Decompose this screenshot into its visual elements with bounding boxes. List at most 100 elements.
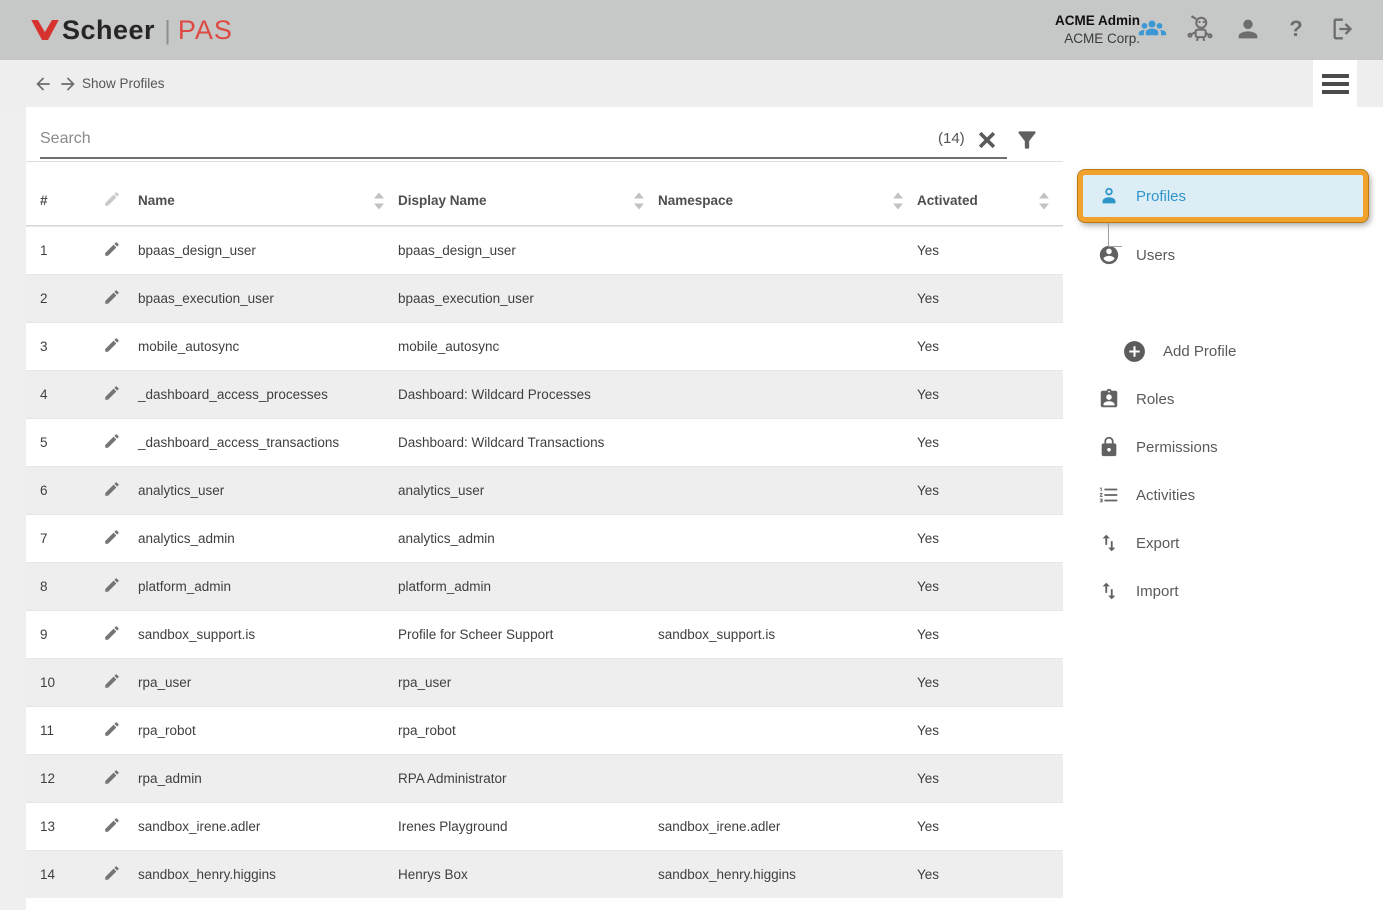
sidebar-item-label: Import [1136, 583, 1179, 600]
cell-activated: Yes [917, 771, 1063, 786]
table-row[interactable]: 5 _dashboard_access_transactions Dashboa… [26, 418, 1063, 466]
edit-icon[interactable] [103, 432, 121, 450]
sidebar-item-label: Activities [1136, 487, 1195, 504]
cell-activated: Yes [917, 579, 1063, 594]
edit-icon[interactable] [103, 336, 121, 354]
filter-icon[interactable] [1014, 127, 1040, 153]
help-icon[interactable]: ? [1281, 14, 1311, 44]
forward-arrow-icon[interactable] [58, 74, 78, 94]
edit-icon[interactable] [103, 576, 121, 594]
edit-icon [103, 190, 121, 208]
divider [26, 161, 1063, 162]
cell-name: sandbox_irene.adler [138, 819, 398, 834]
table-row[interactable]: 14 sandbox_henry.higgins Henrys Box sand… [26, 850, 1063, 898]
table-header-row: # Name Display Name Namespace Activated [26, 176, 1063, 226]
edit-icon[interactable] [103, 864, 121, 882]
logo-product-text: PAS [178, 15, 233, 46]
clear-search-icon[interactable] [975, 128, 999, 152]
sidebar-item-permissions[interactable]: Permissions [1063, 423, 1383, 471]
cell-activated: Yes [917, 435, 1063, 450]
row-number: 13 [40, 819, 103, 834]
cell-display-name: Dashboard: Wildcard Processes [398, 387, 658, 402]
col-header-name[interactable]: Name [138, 193, 398, 208]
edit-icon[interactable] [103, 624, 121, 642]
col-header-activated[interactable]: Activated [917, 193, 1063, 208]
sidebar-item-label: Profiles [1136, 188, 1186, 205]
sidebar-item-users[interactable]: Users [1063, 231, 1383, 279]
sidebar-item-add-profile[interactable]: Add Profile [1063, 327, 1383, 375]
cell-activated: Yes [917, 387, 1063, 402]
admin-sidebar: Users Profiles Add Profile Roles Permiss… [1063, 107, 1383, 910]
table-row[interactable]: 12 rpa_admin RPA Administrator Yes [26, 754, 1063, 802]
col-header-display-name[interactable]: Display Name [398, 193, 658, 208]
edit-icon[interactable] [103, 288, 121, 306]
edit-icon[interactable] [103, 816, 121, 834]
account-circle-icon [1098, 244, 1120, 266]
scheer-logo-icon [30, 15, 60, 45]
table-row[interactable]: 8 platform_admin platform_admin Yes [26, 562, 1063, 610]
import-export-icon [1098, 580, 1120, 602]
user-icon[interactable] [1233, 14, 1263, 44]
edit-icon[interactable] [103, 720, 121, 738]
edit-icon[interactable] [103, 768, 121, 786]
cell-display-name: RPA Administrator [398, 771, 658, 786]
back-arrow-icon[interactable] [33, 74, 53, 94]
table-row[interactable]: 3 mobile_autosync mobile_autosync Yes [26, 322, 1063, 370]
row-number: 11 [40, 723, 103, 738]
cell-display-name: analytics_user [398, 483, 658, 498]
logout-icon[interactable] [1329, 14, 1359, 44]
sidebar-item-profiles[interactable]: Profiles [1078, 170, 1368, 222]
table-body: 1 bpaas_design_user bpaas_design_user Ye… [26, 226, 1063, 898]
edit-icon[interactable] [103, 480, 121, 498]
row-number: 3 [40, 339, 103, 354]
add-circle-icon [1122, 339, 1147, 364]
col-header-edit [103, 190, 138, 211]
cell-display-name: rpa_robot [398, 723, 658, 738]
row-number: 9 [40, 627, 103, 642]
search-input[interactable] [40, 121, 1007, 159]
table-row[interactable]: 1 bpaas_design_user bpaas_design_user Ye… [26, 226, 1063, 274]
import-export-icon [1098, 532, 1120, 554]
edit-icon[interactable] [103, 672, 121, 690]
table-row[interactable]: 13 sandbox_irene.adler Irenes Playground… [26, 802, 1063, 850]
col-header-namespace[interactable]: Namespace [658, 193, 917, 208]
cell-name: _dashboard_access_processes [138, 387, 398, 402]
cell-activated: Yes [917, 483, 1063, 498]
edit-icon[interactable] [103, 240, 121, 258]
user-groups-icon[interactable] [1137, 14, 1167, 44]
hamburger-icon [1322, 70, 1349, 98]
row-number: 5 [40, 435, 103, 450]
person-icon [1098, 185, 1120, 207]
table-row[interactable]: 7 analytics_admin analytics_admin Yes [26, 514, 1063, 562]
sort-icon[interactable] [374, 192, 384, 209]
cell-activated: Yes [917, 675, 1063, 690]
table-row[interactable]: 6 analytics_user analytics_user Yes [26, 466, 1063, 514]
table-row[interactable]: 11 rpa_robot rpa_robot Yes [26, 706, 1063, 754]
table-row[interactable]: 10 rpa_user rpa_user Yes [26, 658, 1063, 706]
cell-namespace: sandbox_support.is [658, 627, 917, 642]
cell-display-name: mobile_autosync [398, 339, 658, 354]
sidebar-item-import[interactable]: Import [1063, 567, 1383, 615]
sort-icon[interactable] [634, 192, 644, 209]
cell-activated: Yes [917, 291, 1063, 306]
sidebar-item-label: Users [1136, 247, 1175, 264]
table-row[interactable]: 9 sandbox_support.is Profile for Scheer … [26, 610, 1063, 658]
cell-name: rpa_robot [138, 723, 398, 738]
cell-activated: Yes [917, 243, 1063, 258]
robot-icon[interactable] [1185, 14, 1215, 44]
sort-icon[interactable] [893, 192, 903, 209]
table-row[interactable]: 4 _dashboard_access_processes Dashboard:… [26, 370, 1063, 418]
edit-icon[interactable] [103, 384, 121, 402]
table-row[interactable]: 2 bpaas_execution_user bpaas_execution_u… [26, 274, 1063, 322]
profiles-table: # Name Display Name Namespace Activated [26, 176, 1063, 898]
sort-icon[interactable] [1039, 192, 1049, 209]
sidebar-item-export[interactable]: Export [1063, 519, 1383, 567]
logo-brand-text: Scheer [62, 15, 155, 46]
edit-icon[interactable] [103, 528, 121, 546]
menu-toggle-button[interactable] [1313, 60, 1357, 107]
cell-name: analytics_admin [138, 531, 398, 546]
sidebar-item-activities[interactable]: Activities [1063, 471, 1383, 519]
cell-activated: Yes [917, 723, 1063, 738]
sidebar-item-roles[interactable]: Roles [1063, 375, 1383, 423]
cell-activated: Yes [917, 819, 1063, 834]
